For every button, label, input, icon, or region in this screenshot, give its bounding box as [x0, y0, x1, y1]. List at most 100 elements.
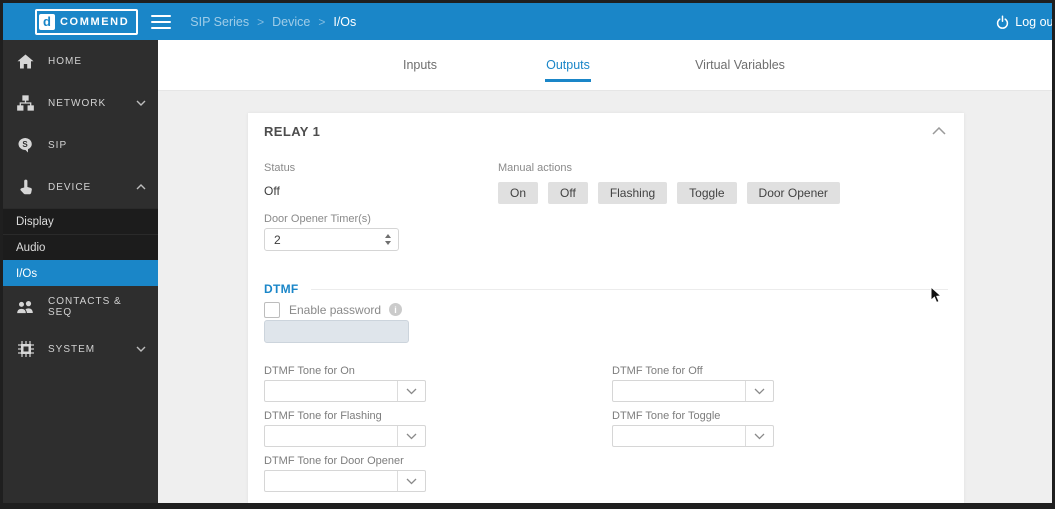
status-manual-row: Status Off Manual actions On Off Flashin… — [264, 162, 948, 204]
dtmf-tone-flashing-field: DTMF Tone for Flashing — [264, 410, 612, 447]
chevron-down-icon — [397, 426, 425, 446]
commend-logo-text: COMMEND — [60, 15, 130, 28]
manual-flashing-button[interactable]: Flashing — [597, 182, 668, 204]
dtmf-tone-grid: DTMF Tone for On DTMF Tone for Off DTMF … — [264, 365, 948, 500]
sidebar-subitem-display[interactable]: Display — [3, 208, 158, 234]
content-area: RELAY 1 Status Off Manual actions On Off… — [158, 91, 1052, 503]
sidebar-item-label: CONTACTS & SEQ — [48, 296, 122, 318]
door-opener-timer-input[interactable] — [265, 232, 374, 247]
sidebar-item-label: HOME — [48, 55, 82, 67]
enable-password-label: Enable password — [289, 302, 382, 317]
chevron-down-icon — [397, 471, 425, 491]
system-chip-icon — [16, 341, 35, 357]
dtmf-section-title: DTMF — [264, 282, 299, 296]
sidebar-item-sip[interactable]: S SIP — [3, 124, 158, 166]
sidebar-item-device[interactable]: DEVICE — [3, 166, 158, 208]
sidebar-item-label: NETWORK — [48, 97, 107, 109]
dtmf-tone-toggle-field: DTMF Tone for Toggle — [612, 410, 948, 447]
breadcrumb-item-sip-series[interactable]: SIP Series — [190, 15, 249, 29]
dtmf-tone-flashing-select[interactable] — [264, 425, 426, 447]
dtmf-tone-off-field: DTMF Tone for Off — [612, 365, 948, 402]
section-divider — [310, 288, 948, 290]
dtmf-tone-door-opener-field: DTMF Tone for Door Opener — [264, 455, 612, 492]
dtmf-tone-toggle-select[interactable] — [612, 425, 774, 447]
dtmf-tone-off-select[interactable] — [612, 380, 774, 402]
sidebar-item-system[interactable]: SYSTEM — [3, 328, 158, 370]
breadcrumb: SIP Series > Device > I/Os — [190, 15, 356, 29]
chevron-down-icon — [136, 100, 146, 106]
power-icon — [997, 15, 1009, 29]
dtmf-tone-flashing-label: DTMF Tone for Flashing — [264, 410, 382, 422]
relay-card-header: RELAY 1 — [264, 113, 948, 139]
network-icon — [16, 95, 35, 111]
status-block: Status Off — [264, 162, 498, 204]
dtmf-password-input[interactable] — [264, 320, 409, 343]
dtmf-tone-on-select[interactable] — [264, 380, 426, 402]
commend-logo-icon: d — [39, 13, 55, 30]
sidebar-subitem-label: I/Os — [16, 267, 38, 280]
topbar: d COMMEND SIP Series > Device > I/Os Log… — [3, 3, 1052, 40]
dtmf-tone-door-opener-label: DTMF Tone for Door Opener — [264, 455, 404, 467]
tab-inputs[interactable]: Inputs — [403, 40, 437, 90]
sidebar-item-label: SIP — [48, 139, 68, 151]
manual-on-button[interactable]: On — [498, 182, 539, 204]
breadcrumb-item-ios: I/Os — [333, 14, 357, 29]
sip-bubble-icon: S — [16, 137, 35, 153]
commend-logo[interactable]: d COMMEND — [35, 8, 139, 35]
dtmf-tone-on-field: DTMF Tone for On — [264, 365, 612, 402]
sidebar-item-home[interactable]: HOME — [3, 40, 158, 82]
logout-button[interactable]: Log out — [996, 3, 1052, 40]
door-opener-timer-label: Door Opener Timer(s) — [264, 213, 371, 225]
commend-web-config: { "colors": { "accent": "#1a86c8", "topb… — [0, 0, 1055, 509]
enable-password-row: Enable password i — [264, 301, 948, 318]
menu-toggle-button[interactable] — [151, 14, 172, 29]
sidebar-item-label: DEVICE — [48, 181, 92, 193]
relay-card-title: RELAY 1 — [264, 123, 321, 139]
relay-1-card: RELAY 1 Status Off Manual actions On Off… — [248, 113, 964, 503]
dtmf-section-header: DTMF — [264, 282, 948, 296]
dtmf-tone-door-opener-select[interactable] — [264, 470, 426, 492]
tab-bar: Inputs Outputs Virtual Variables — [158, 40, 1052, 91]
stepper-up-icon — [385, 234, 391, 238]
manual-actions-label: Manual actions — [498, 162, 572, 174]
dtmf-tone-off-label: DTMF Tone for Off — [612, 365, 703, 377]
chevron-down-icon — [397, 381, 425, 401]
hamburger-icon — [151, 14, 172, 17]
manual-door-opener-button[interactable]: Door Opener — [746, 182, 840, 204]
main-area: Inputs Outputs Virtual Variables RELAY 1 — [158, 40, 1052, 503]
collapse-card-button[interactable] — [930, 125, 948, 137]
status-label: Status — [264, 162, 296, 174]
home-icon — [16, 54, 35, 69]
breadcrumb-separator: > — [257, 14, 265, 29]
chevron-down-icon — [745, 426, 773, 446]
app-window: d COMMEND SIP Series > Device > I/Os Log… — [3, 3, 1052, 503]
chevron-up-icon — [136, 184, 146, 190]
sidebar-subitem-audio[interactable]: Audio — [3, 234, 158, 260]
manual-toggle-button[interactable]: Toggle — [677, 182, 737, 204]
sidebar-subitem-ios[interactable]: I/Os — [3, 260, 158, 286]
dtmf-tone-on-label: DTMF Tone for On — [264, 365, 355, 377]
manual-actions-buttons: On Off Flashing Toggle Door Opener — [498, 182, 948, 204]
sidebar-subitem-label: Display — [16, 215, 54, 228]
tab-outputs[interactable]: Outputs — [546, 40, 590, 90]
device-touch-icon — [16, 179, 35, 195]
sidebar: HOME NETWORK S SIP DEVICE Display Audio … — [3, 40, 158, 503]
status-value: Off — [264, 184, 280, 198]
breadcrumb-item-device[interactable]: Device — [272, 15, 310, 29]
contacts-icon — [16, 300, 35, 314]
chevron-down-icon — [745, 381, 773, 401]
manual-off-button[interactable]: Off — [548, 182, 588, 204]
device-submenu: Display Audio I/Os — [3, 208, 158, 286]
sidebar-item-contacts-seq[interactable]: CONTACTS & SEQ — [3, 286, 158, 328]
number-stepper[interactable] — [385, 229, 391, 250]
sidebar-item-network[interactable]: NETWORK — [3, 82, 158, 124]
door-opener-timer-field: Door Opener Timer(s) — [264, 213, 948, 251]
manual-actions-block: Manual actions On Off Flashing Toggle Do… — [498, 162, 948, 204]
door-opener-timer-input-wrap — [264, 228, 399, 251]
stepper-down-icon — [385, 241, 391, 245]
tab-virtual-variables[interactable]: Virtual Variables — [695, 40, 785, 90]
info-icon[interactable]: i — [389, 303, 403, 316]
enable-password-checkbox[interactable] — [264, 301, 280, 318]
chevron-up-icon — [932, 127, 946, 135]
active-tab-underline — [545, 79, 591, 82]
